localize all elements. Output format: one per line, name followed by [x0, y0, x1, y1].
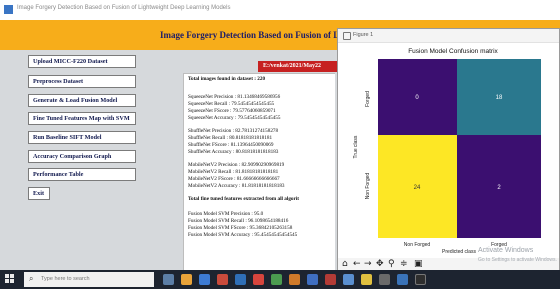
edge-icon[interactable] [199, 274, 210, 285]
configure-icon[interactable]: ≑ [400, 258, 408, 270]
pan-icon[interactable]: ✥ [376, 258, 384, 270]
generate-fusion-model-button[interactable]: Generate & Load Fusion Model [28, 94, 136, 107]
app-icon-python[interactable] [343, 274, 354, 285]
forward-icon[interactable]: → [364, 258, 372, 270]
output-line: Fusion Model SVM Accuracy : 95.454545454… [188, 232, 298, 238]
output-line: MobileNetV2 Precision : 82.9099029096981… [188, 162, 285, 168]
app-icon-pdf[interactable] [325, 274, 336, 285]
cm-cell-value: 18 [496, 95, 503, 101]
task-view-icon[interactable] [163, 274, 174, 285]
upload-dataset-button[interactable]: Upload MICC-F220 Dataset [28, 55, 136, 68]
activate-windows-subtext: Go to Settings to activate Windows. [478, 257, 557, 263]
taskbar-search[interactable]: ⌕ Type here to search [24, 272, 154, 287]
output-line: Fusion Model SVM Recall : 96.10986541884… [188, 218, 289, 224]
back-icon[interactable]: ← [353, 258, 361, 270]
home-icon[interactable]: ⌂ [342, 258, 348, 270]
output-line: ShuffleNet Precision : 82.78131274158278 [188, 128, 279, 134]
output-line: ShuffleNet FScore : 81.13964450090069 [188, 142, 274, 148]
accuracy-graph-button[interactable]: Accuracy Comparison Graph [28, 150, 136, 163]
activate-windows-watermark: Activate Windows [478, 247, 534, 254]
search-placeholder: Type here to search [41, 276, 90, 282]
row-label: Forged [365, 91, 371, 107]
output-text-area[interactable]: Total images found in dataset : 220 Sque… [183, 73, 335, 270]
app-icon-orange[interactable] [289, 274, 300, 285]
app-icon-green[interactable] [271, 274, 282, 285]
app-icon-yellow[interactable] [361, 274, 372, 285]
windows-start-icon[interactable] [5, 274, 15, 284]
figure-titlebar: Figure 1 [338, 29, 559, 43]
file-path-label: E:/venkat/2021/May22 [258, 61, 338, 72]
x-axis-label: Predicted class [442, 249, 476, 255]
save-icon[interactable]: ▣ [414, 258, 423, 270]
app-icon [4, 5, 13, 14]
output-line: Fusion Model SVM FScore : 95.36842105263… [188, 225, 293, 231]
app-icon-figure[interactable] [397, 274, 408, 285]
col-label: Non Forged [404, 242, 431, 248]
confusion-matrix-chart: Fusion Model Confusion matrix 0 18 24 2 … [353, 48, 541, 255]
run-sift-button[interactable]: Run Baseline SIFT Model [28, 131, 136, 144]
app-icon-dark[interactable] [415, 274, 426, 285]
figure-window-title: Figure 1 [353, 32, 374, 38]
output-line: MobileNetV2 Recall : 81.81818181818181 [188, 169, 279, 175]
search-icon: ⌕ [29, 274, 34, 283]
taskbar: ⌕ Type here to search [0, 270, 560, 289]
output-line: SqueezeNet Accuracy : 79.54545454545455 [188, 115, 281, 121]
output-line: Total images found in dataset : 220 [188, 76, 266, 82]
output-line: SqueezeNet FScore : 79.57764060859071 [188, 108, 276, 114]
preprocess-dataset-button[interactable]: Preprocess Dataset [28, 75, 136, 88]
output-line: ShuffleNet Accuracy : 80.81818181818183 [188, 149, 279, 155]
app-icon-chrome[interactable] [253, 274, 264, 285]
zoom-icon[interactable]: ⚲ [388, 258, 395, 270]
figure-icon [343, 32, 351, 40]
row-label: Non Forged [365, 173, 371, 200]
window-title: Image Forgery Detection Based on Fusion … [17, 5, 231, 11]
page-title: Image Forgery Detection Based on Fusion … [160, 30, 347, 40]
output-line: MobileNetV2 FScore : 81.66666666666667 [188, 176, 280, 182]
exit-button[interactable]: Exit [28, 187, 50, 200]
fine-tuned-features-button[interactable]: Fine Tuned Features Map with SVM [28, 112, 136, 125]
plot-title: Fusion Model Confusion matrix [408, 48, 498, 55]
y-axis-label: True class [353, 135, 359, 158]
window-titlebar: Image Forgery Detection Based on Fusion … [0, 0, 560, 20]
app-icon-word[interactable] [307, 274, 318, 285]
app-icon-blue[interactable] [235, 274, 246, 285]
output-line: Total fine tuned features extracted from… [188, 196, 299, 202]
output-line: ShuffleNet Recall : 80.81818181818181 [188, 135, 273, 141]
output-line: Fusion Model SVM Precision : 95.0 [188, 211, 264, 217]
figure-window: Figure 1 Fusion Model Confusion matrix 0… [337, 28, 560, 270]
output-line: SqueezeNet Precision : 81.13468469586956 [188, 94, 281, 100]
file-explorer-icon[interactable] [181, 274, 192, 285]
performance-table-button[interactable]: Performance Table [28, 168, 136, 181]
app-icon-console[interactable] [379, 274, 390, 285]
app-icon-red[interactable] [217, 274, 228, 285]
cm-cell-value: 24 [414, 185, 421, 191]
output-line: SqueezeNet Recall : 79.54545454545455 [188, 101, 275, 107]
output-line: MobileNetV2 Accuracy : 81.81818181818183 [188, 183, 285, 189]
